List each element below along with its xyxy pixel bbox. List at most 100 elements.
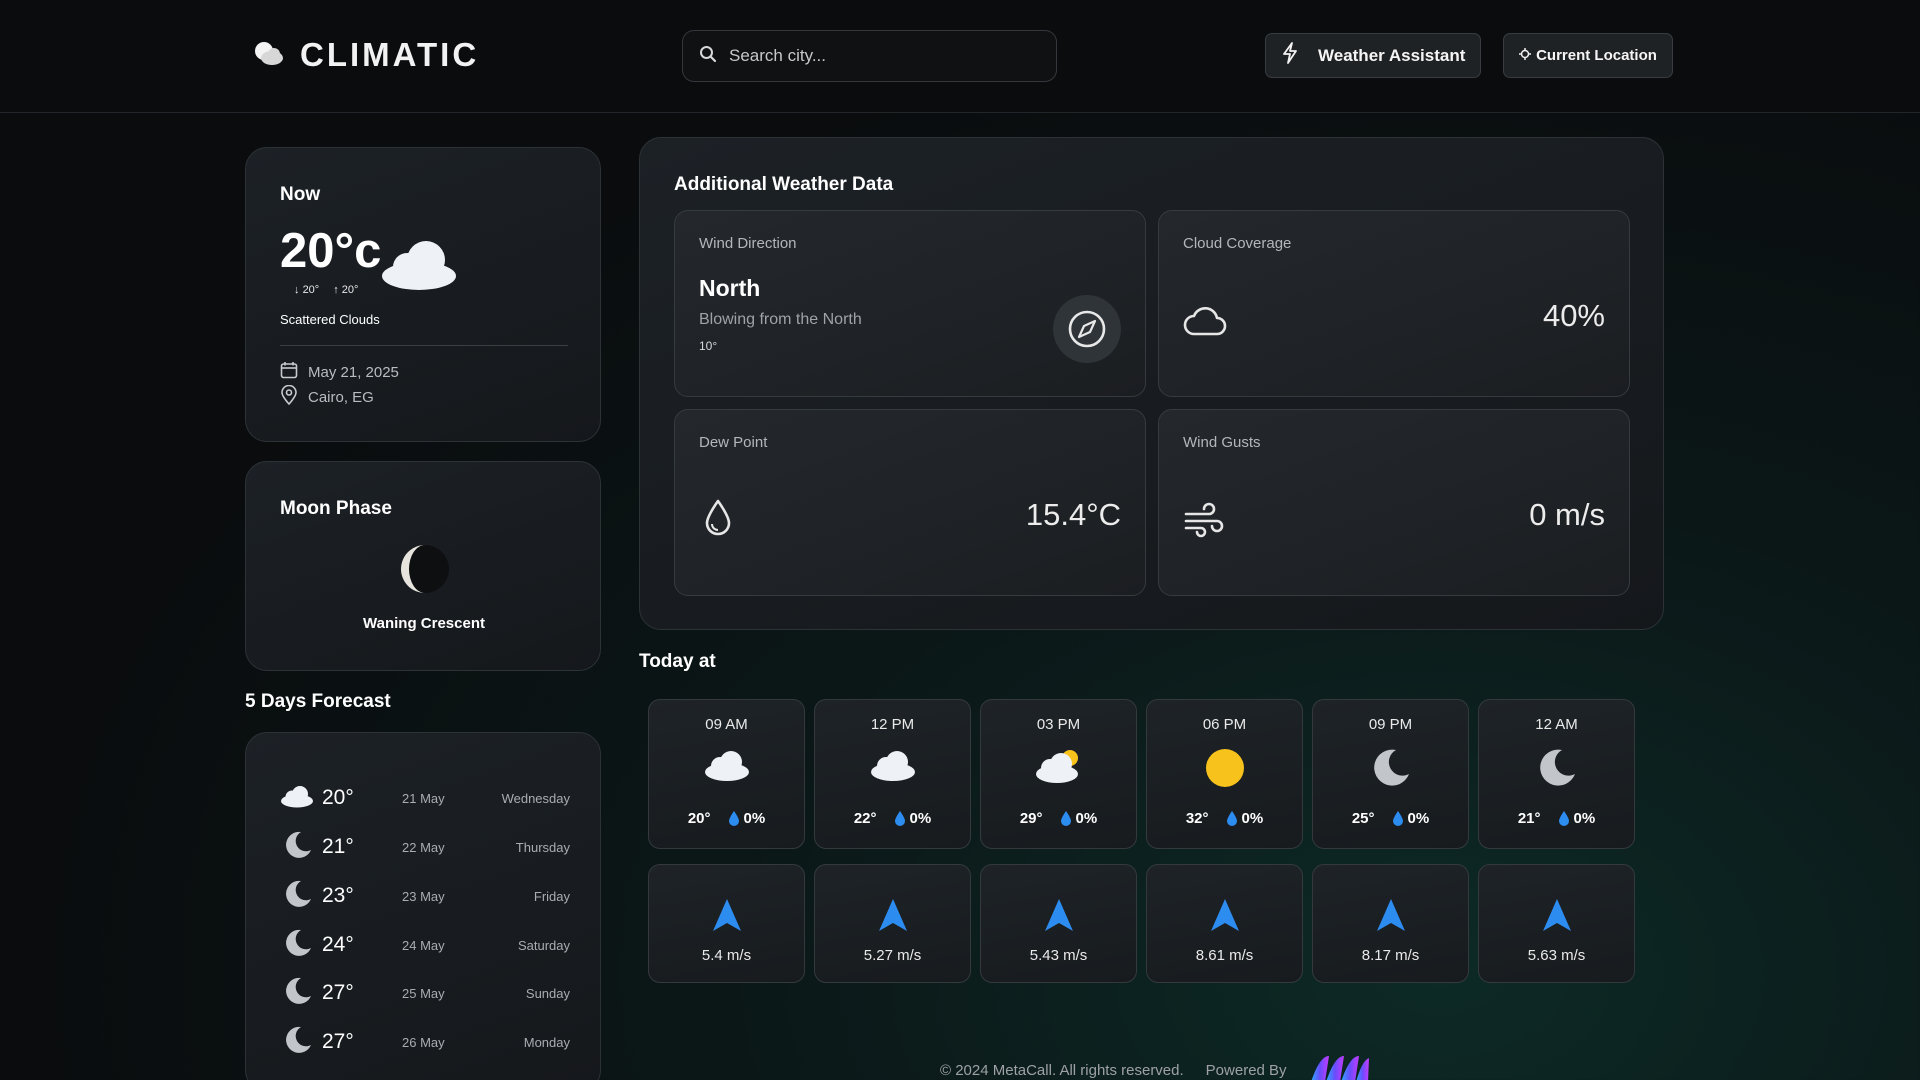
moon-phase-card: Moon Phase Waning Crescent <box>245 461 601 671</box>
wind-speed: 8.17 m/s <box>1361 947 1420 964</box>
raindrop-icon <box>894 811 905 826</box>
weather-assistant-button[interactable]: Weather Assistant <box>1265 33 1481 78</box>
temp-min: ↓ 20° <box>294 284 320 296</box>
copyright-text: © 2024 MetaCall. All rights reserved. <box>940 1061 1184 1079</box>
wind-card: 5.63 m/s <box>1478 864 1635 983</box>
hour-temp: 25° <box>1351 810 1375 827</box>
current-location-button[interactable]: Current Location <box>1503 33 1673 78</box>
forecast-date: 21 May <box>402 790 445 806</box>
navigation-arrow-icon <box>1210 899 1239 936</box>
search-input[interactable] <box>729 46 1029 66</box>
hour-meta: 22° 0% <box>815 810 970 827</box>
precipitation-value: 0% <box>1075 810 1098 827</box>
raindrop-icon <box>1558 811 1569 826</box>
cloud-icon <box>380 236 458 297</box>
current-temperature: 20°c <box>280 224 382 278</box>
search-box[interactable] <box>682 30 1057 82</box>
weather-assistant-label: Weather Assistant <box>1318 45 1466 65</box>
forecast-day: Saturday <box>517 937 570 953</box>
top-bar: CLIMATIC Weather Assistant Current Locat… <box>0 0 1920 113</box>
compass-icon <box>1053 295 1121 368</box>
brand-logo[interactable]: CLIMATIC <box>252 36 479 74</box>
forecast-date: 25 May <box>402 985 445 1001</box>
wind-direction-value: North <box>699 275 761 301</box>
wind-speed: 8.61 m/s <box>1195 947 1254 964</box>
forecast-row: 24° 24 May Saturday <box>280 925 570 965</box>
wind-card: 5.4 m/s <box>648 864 805 983</box>
sun-icon <box>1205 748 1245 793</box>
hour-time: 12 PM <box>870 716 915 733</box>
moon-icon <box>1371 748 1411 793</box>
precipitation: 0% <box>1226 810 1263 827</box>
current-weather-card: Now 20°c ↓ 20° ↑ 20° Scattered Clouds Ma… <box>245 147 601 442</box>
cloud-coverage-tile: Cloud Coverage 40% <box>1158 210 1630 397</box>
brand-name: CLIMATIC <box>300 36 480 73</box>
wind-speed: 5.27 m/s <box>863 947 922 964</box>
moon-icon <box>280 1025 314 1060</box>
location-row: Cairo, EG <box>280 384 374 409</box>
forecast-temp: 21° <box>322 835 354 858</box>
forecast-date: 26 May <box>402 1034 445 1050</box>
temp-range: ↓ 20° ↑ 20° <box>294 284 358 296</box>
cloud-outline-icon <box>1183 303 1227 342</box>
precipitation-value: 0% <box>1573 810 1596 827</box>
wind-direction-tile: Wind Direction North Blowing from the No… <box>674 210 1146 397</box>
precipitation: 0% <box>1558 810 1596 827</box>
wind-speed: 5.4 m/s <box>701 947 752 964</box>
navigation-arrow-icon <box>712 899 741 936</box>
forecast-date: 24 May <box>402 937 445 953</box>
hour-temp: 29° <box>1019 810 1043 827</box>
hour-time: 06 PM <box>1202 716 1247 733</box>
now-title: Now <box>280 184 321 205</box>
navigation-arrow-icon <box>1542 899 1571 936</box>
precipitation-value: 0% <box>743 810 766 827</box>
navigation-arrow-icon <box>878 899 907 936</box>
crosshair-icon <box>1519 47 1532 64</box>
temp-min-value: 20° <box>302 284 320 296</box>
wind-card: 8.17 m/s <box>1312 864 1469 983</box>
hourly-card: 09 AM 20° 0% <box>648 699 805 849</box>
moon-icon <box>1537 748 1577 793</box>
hour-temp: 32° <box>1185 810 1209 827</box>
navigation-arrow-icon <box>1376 899 1405 936</box>
hour-time: 12 AM <box>1535 716 1578 733</box>
forecast-day: Sunday <box>525 985 570 1001</box>
wind-speed: 5.63 m/s <box>1527 947 1586 964</box>
weather-description: Scattered Clouds <box>280 312 380 327</box>
cloud-icon <box>280 784 314 813</box>
footer: © 2024 MetaCall. All rights reserved. Po… <box>940 1052 1371 1080</box>
precipitation-value: 0% <box>1407 810 1430 827</box>
powered-by-label: Powered By <box>1205 1061 1287 1079</box>
precipitation: 0% <box>728 810 766 827</box>
hour-meta: 25° 0% <box>1313 810 1468 827</box>
forecast-row: 21° 22 May Thursday <box>280 827 570 867</box>
forecast-temp: 24° <box>322 933 354 956</box>
raindrop-icon <box>728 811 739 826</box>
forecast-day: Friday <box>533 888 570 904</box>
forecast-temp: 23° <box>322 884 354 907</box>
metacall-logo-icon[interactable] <box>1309 1052 1371 1080</box>
forecast-day: Thursday <box>515 839 570 855</box>
precipitation: 0% <box>1392 810 1430 827</box>
dew-point-tile: Dew Point 15.4°C <box>674 409 1146 596</box>
current-date: May 21, 2025 <box>308 363 399 381</box>
raindrop-icon <box>1060 811 1071 826</box>
forecast-temp: 27° <box>322 981 354 1004</box>
temp-max-value: 20° <box>341 284 359 296</box>
current-location: Cairo, EG <box>308 388 374 406</box>
forecast-row: 27° 26 May Monday <box>280 1022 570 1062</box>
cloud-coverage-value: 40% <box>1542 298 1605 333</box>
hourly-card: 09 PM 25° 0% <box>1312 699 1469 849</box>
raindrop-icon <box>1226 811 1237 826</box>
forecast-day: Monday <box>523 1034 570 1050</box>
navigation-arrow-icon <box>1044 899 1073 936</box>
hour-meta: 32° 0% <box>1147 810 1302 827</box>
hour-time: 09 AM <box>705 716 748 733</box>
hour-meta: 21° 0% <box>1479 810 1634 827</box>
wind-gusts-value: 0 m/s <box>1529 497 1605 532</box>
hour-temp: 21° <box>1517 810 1541 827</box>
wind-speed: 5.43 m/s <box>1029 947 1088 964</box>
wind-direction-degrees: 10° <box>699 339 718 353</box>
raindrop-icon <box>1392 811 1403 826</box>
moon-phase-title: Moon Phase <box>280 498 392 519</box>
